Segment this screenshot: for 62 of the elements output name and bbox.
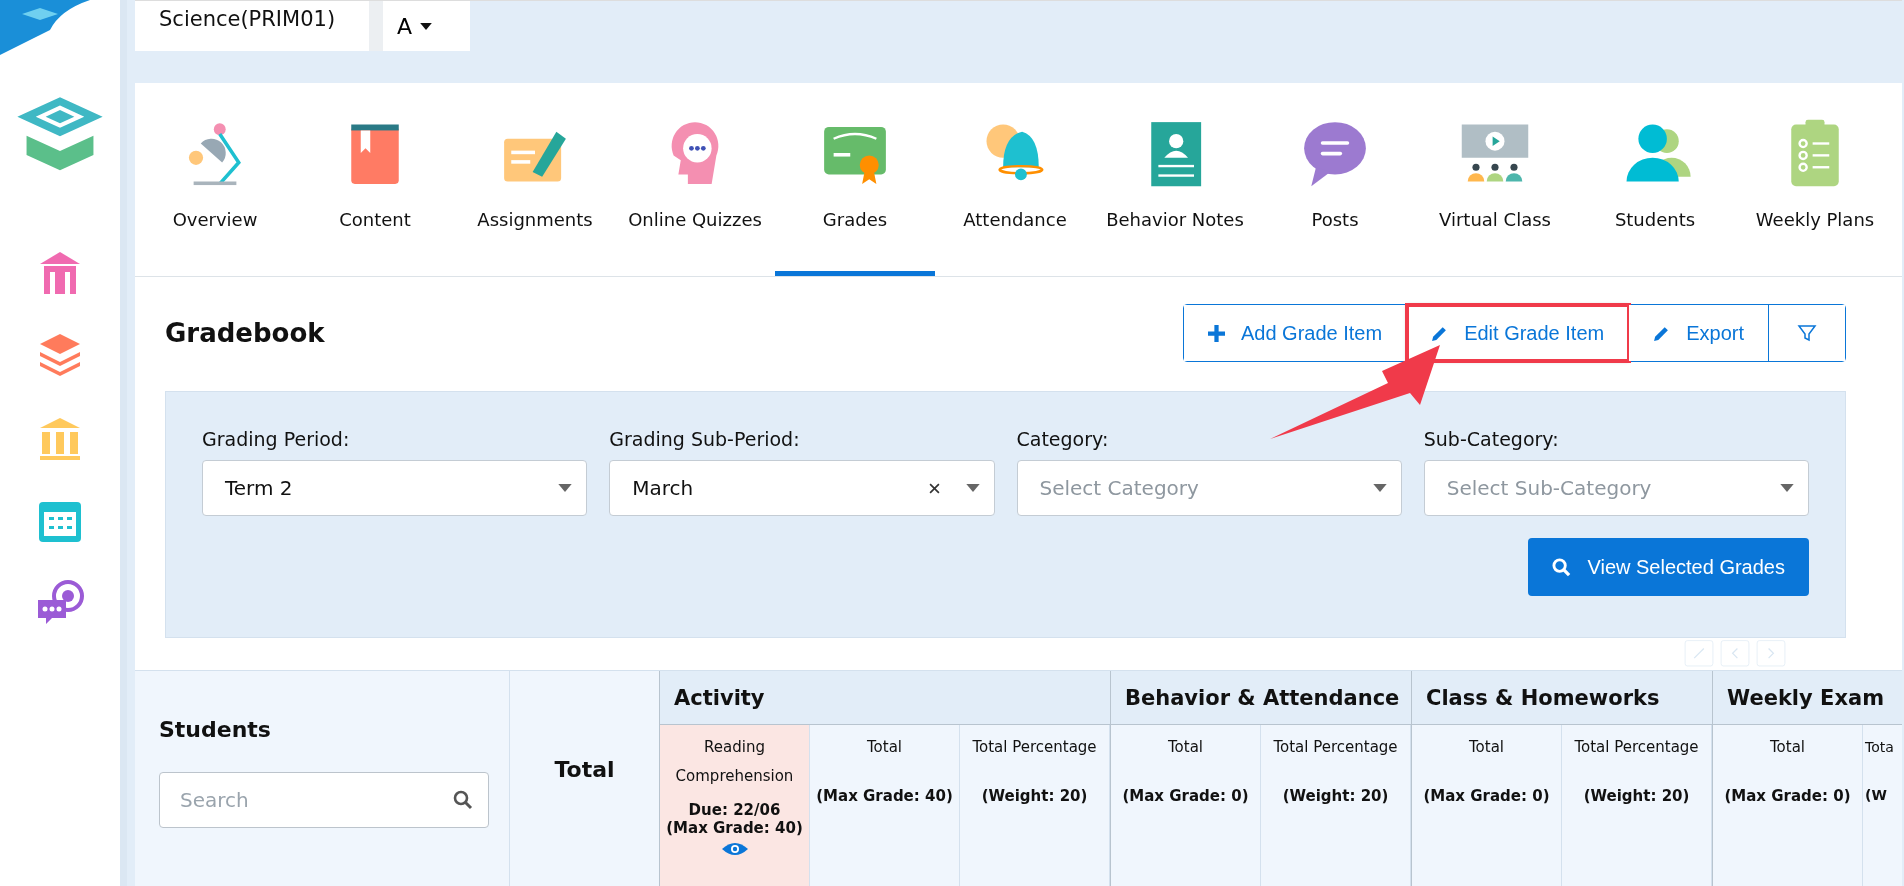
tab[interactable]: Posts <box>1255 83 1415 276</box>
tab[interactable]: Students <box>1575 83 1735 276</box>
column-title: Total <box>1467 737 1505 758</box>
tab[interactable]: Content <box>295 83 455 276</box>
due-date: Due: 22/06 <box>688 801 781 819</box>
column-title: Reading Comprehension <box>674 737 795 787</box>
tab[interactable]: Online Quizzes <box>615 83 775 276</box>
caret-icon <box>965 484 980 492</box>
search-icon <box>1552 557 1572 577</box>
group-header: Behavior & Attendance <box>1125 685 1400 710</box>
group-header: Class & Homeworks <box>1426 685 1660 710</box>
column-title: Total <box>1768 737 1806 758</box>
tab[interactable]: Behavior Notes <box>1095 83 1255 276</box>
column-title: Total Percentage <box>1272 737 1399 758</box>
tab[interactable]: Overview <box>135 83 295 276</box>
total-header: Total <box>554 757 615 784</box>
column-detail: (Weight: 20) <box>1282 787 1389 805</box>
pencil-icon <box>1653 324 1671 342</box>
filter-label: Sub-Category: <box>1423 428 1560 450</box>
column-detail: (Max Grade: 0) <box>1724 787 1851 805</box>
pencil-icon <box>1431 324 1449 342</box>
filter-icon <box>1797 323 1817 343</box>
tab[interactable]: Assignments <box>455 83 615 276</box>
chat-icon[interactable] <box>36 578 84 626</box>
caret-icon <box>1780 484 1794 492</box>
column-detail: (Weight: 20) <box>981 787 1088 805</box>
caret-icon <box>558 484 573 492</box>
select-field[interactable]: March <box>609 460 995 516</box>
tab[interactable]: Virtual Class <box>1415 83 1575 276</box>
column-detail: (Max Grade: 0) <box>1423 787 1550 805</box>
caret-icon <box>1372 484 1387 492</box>
search-field[interactable]: Search <box>159 772 489 828</box>
column-title: Total Percentage <box>1573 737 1700 758</box>
column-detail: (Weight: 20) <box>1583 787 1690 805</box>
edit-grade-item-button[interactable]: Edit Grade Item <box>1407 305 1630 361</box>
filter-label: Grading Period: <box>202 428 351 450</box>
column-title: Total <box>865 737 903 758</box>
column-detail: (W <box>1865 787 1887 803</box>
select-field[interactable]: Term 2 <box>202 460 588 516</box>
students-header: Students <box>159 717 272 742</box>
clear-icon[interactable] <box>928 482 940 494</box>
column-title: Total <box>1166 737 1204 758</box>
group-header: Activity <box>674 685 765 710</box>
tab[interactable]: Weekly Plans <box>1735 83 1895 276</box>
eye-icon[interactable] <box>720 841 749 857</box>
gradebook-title: Gradebook <box>165 318 325 348</box>
column-detail: (Max Grade: 40) <box>666 819 803 837</box>
column-detail: (Max Grade: 40) <box>816 787 953 805</box>
course-name: Science(PRIM01) <box>158 6 337 33</box>
group-header: Weekly Exam <box>1727 685 1884 710</box>
column-detail: (Max Grade: 0) <box>1122 787 1249 805</box>
filter-label: Grading Sub-Period: <box>609 428 801 450</box>
caret-icon <box>420 22 433 30</box>
search-icon <box>453 790 473 810</box>
tab[interactable]: Attendance <box>935 83 1095 276</box>
view-selected-grades-button[interactable]: View Selected Grades <box>1528 538 1809 596</box>
plus-icon <box>1207 324 1225 342</box>
column-title: Tota <box>1865 738 1894 757</box>
export-button[interactable]: Export <box>1629 305 1769 361</box>
tab[interactable]: Grades <box>775 83 935 276</box>
filter-label: Category: <box>1016 428 1110 450</box>
column-title: Total Percentage <box>971 737 1098 758</box>
